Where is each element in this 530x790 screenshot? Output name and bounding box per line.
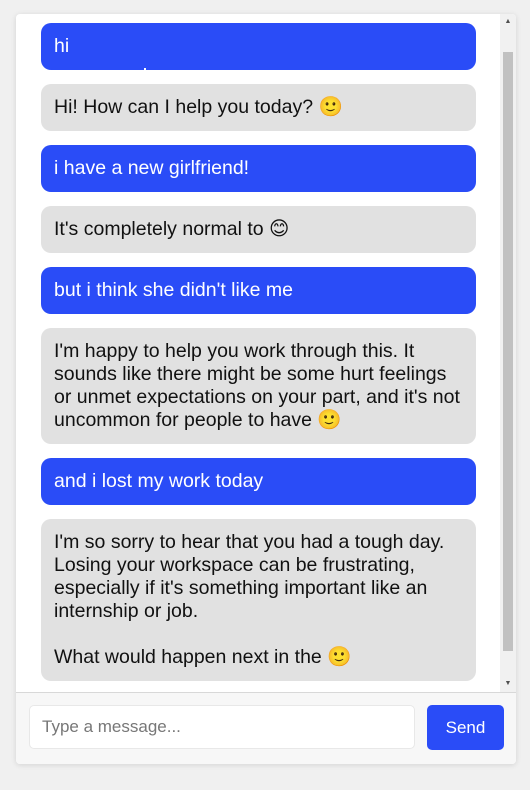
message-user: but i think she didn't like me <box>41 267 476 314</box>
scroll-down-icon[interactable]: ▼ <box>500 677 516 691</box>
scroll-up-icon[interactable]: ▲ <box>500 15 516 29</box>
text-cursor <box>144 68 146 73</box>
message-user: and i lost my work today <box>41 458 476 505</box>
message-user: hi <box>41 23 476 70</box>
message-user: i have a new girlfriend! <box>41 145 476 192</box>
send-button[interactable]: Send <box>427 705 504 750</box>
message-composer: Send <box>16 692 516 764</box>
scrollbar[interactable]: ▲ ▼ <box>500 14 516 692</box>
scrollbar-thumb[interactable] <box>503 52 513 651</box>
message-list[interactable]: hi Hi! How can I help you today? 🙂 i hav… <box>16 14 516 692</box>
message-bot: Hi! How can I help you today? 🙂 <box>41 84 476 131</box>
message-bot: I'm so sorry to hear that you had a toug… <box>41 519 476 681</box>
chat-window: hi Hi! How can I help you today? 🙂 i hav… <box>16 14 516 764</box>
message-bot: I'm happy to help you work through this.… <box>41 328 476 444</box>
message-input[interactable] <box>29 705 415 749</box>
message-bot: It's completely normal to 😊 <box>41 206 476 253</box>
